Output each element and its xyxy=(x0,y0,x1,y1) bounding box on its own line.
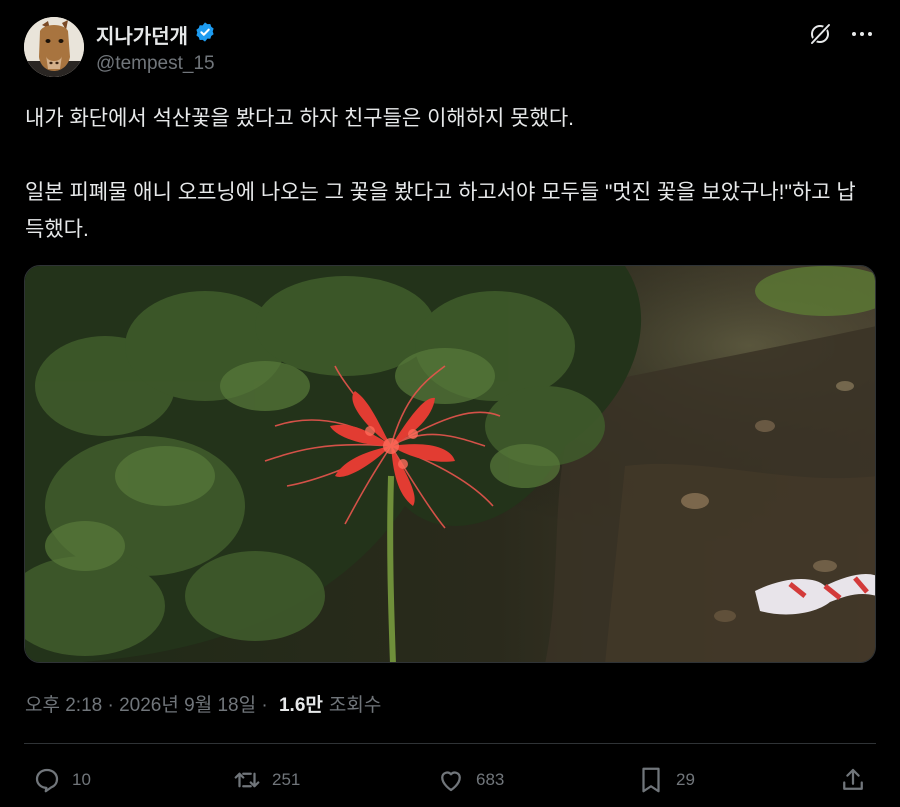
bookmark-count: 29 xyxy=(676,770,695,789)
like-button[interactable]: 683 xyxy=(436,760,504,800)
horse-mask-avatar-image xyxy=(24,17,84,77)
reply-count: 10 xyxy=(72,770,91,789)
divider xyxy=(24,743,876,744)
repost-icon xyxy=(232,765,262,795)
views-label: 조회수 xyxy=(328,695,382,716)
tweet-meta: 오후 2:18 · 2026년 9월 18일 · 1.6만 조회수 xyxy=(25,690,381,717)
repost-count: 251 xyxy=(272,770,301,789)
verified-badge-icon xyxy=(194,21,216,48)
red-spider-lily-photo xyxy=(25,266,875,662)
share-button[interactable] xyxy=(838,760,868,800)
action-bar: 10 251 683 29 xyxy=(0,760,900,800)
grok-icon[interactable] xyxy=(806,20,834,48)
author-name-row: 지나가던개 xyxy=(96,20,216,49)
timestamp[interactable]: 오후 2:18 · 2026년 9월 18일 · xyxy=(25,690,273,717)
repost-button[interactable]: 251 xyxy=(232,760,300,800)
share-icon xyxy=(838,765,868,795)
tweet-photo[interactable] xyxy=(24,265,876,663)
author-handle[interactable]: @tempest_15 xyxy=(96,53,215,75)
bookmark-button[interactable]: 29 xyxy=(636,760,695,800)
like-count: 683 xyxy=(476,770,505,789)
bookmark-icon xyxy=(636,765,666,795)
more-icon[interactable] xyxy=(848,20,876,48)
author-display-name[interactable]: 지나가던개 xyxy=(96,20,188,49)
tweet-text: 내가 화단에서 석산꽃을 봤다고 하자 친구들은 이해하지 못했다. 일본 피폐… xyxy=(25,107,856,241)
reply-icon xyxy=(32,765,62,795)
heart-icon xyxy=(436,765,466,795)
reply-button[interactable]: 10 xyxy=(32,760,91,800)
views-count: 1.6만 xyxy=(278,695,323,716)
avatar[interactable] xyxy=(24,17,84,77)
